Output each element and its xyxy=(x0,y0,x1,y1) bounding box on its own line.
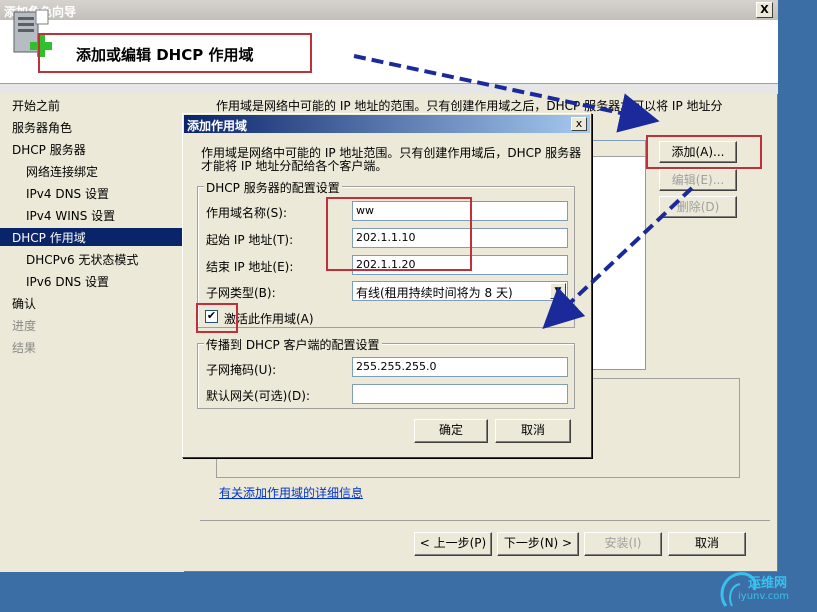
watermark-text: 运维网 xyxy=(748,576,788,591)
watermark-url: iyunv.com xyxy=(738,591,790,602)
arrow-add-to-dialog xyxy=(542,186,694,329)
annotation-arrows xyxy=(353,54,694,329)
arrow-title-to-add xyxy=(353,54,660,133)
